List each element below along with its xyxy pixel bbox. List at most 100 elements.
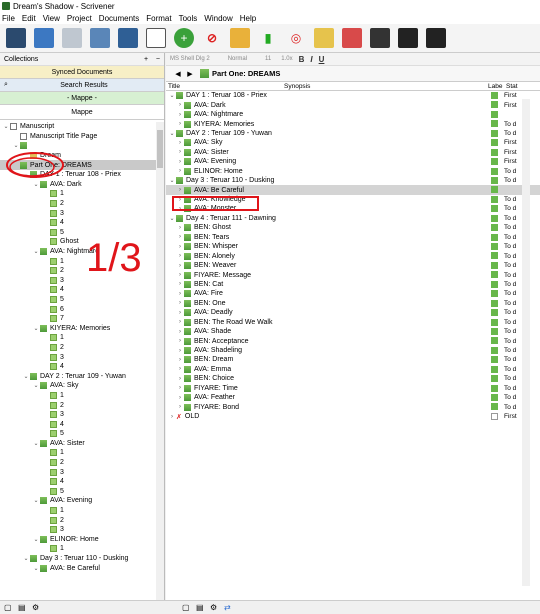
binder-scroll-thumb[interactable] <box>157 130 163 168</box>
outliner-row[interactable]: › AVA: Dark First <box>166 100 540 109</box>
compile-icon[interactable] <box>90 28 110 48</box>
italic-button[interactable]: I <box>310 55 312 64</box>
binder-item[interactable]: 3 <box>0 276 157 286</box>
sync-arrows-icon[interactable]: ⇄ <box>224 603 234 613</box>
expand-chevron-icon[interactable]: › <box>176 366 184 372</box>
binder-item[interactable]: ⌄ AVA: Evening <box>0 496 157 506</box>
menu-format[interactable]: Format <box>146 14 171 23</box>
expand-chevron-icon[interactable]: › <box>176 357 184 363</box>
expand-chevron-icon[interactable]: ⌄ <box>168 130 176 137</box>
menu-view[interactable]: View <box>43 14 60 23</box>
binder-item[interactable]: 1 <box>0 333 157 343</box>
expand-chevron-icon[interactable]: › <box>176 159 184 165</box>
expand-chevron-icon[interactable]: › <box>176 348 184 354</box>
expand-chevron-icon[interactable]: › <box>176 281 184 287</box>
bullseye-icon[interactable]: ◎ <box>286 28 306 48</box>
column-synopsis[interactable]: Synopsis <box>284 83 310 90</box>
expand-chevron-icon[interactable]: ⌄ <box>22 373 30 380</box>
stats-icon[interactable]: ▮ <box>258 28 278 48</box>
binder-item[interactable]: ⌄ DAY 1 : Teruar 108 - Priex <box>0 170 157 180</box>
binder-item[interactable]: ⌄ AVA: Sky <box>0 381 157 391</box>
outliner-row[interactable]: › BEN: Ghost To d <box>166 223 540 232</box>
folder-icon[interactable] <box>34 28 54 48</box>
expand-chevron-icon[interactable]: ⌄ <box>32 565 40 572</box>
add-icon[interactable]: + <box>174 28 194 48</box>
new-doc-icon[interactable]: ▢ <box>4 603 14 613</box>
expand-chevron-icon[interactable]: › <box>176 319 184 325</box>
menu-window[interactable]: Window <box>204 14 232 23</box>
menu-project[interactable]: Project <box>67 14 92 23</box>
expand-chevron-icon[interactable]: › <box>176 385 184 391</box>
column-label[interactable]: Labe <box>488 83 502 90</box>
outliner-row[interactable]: › BEN: Acceptance To d <box>166 336 540 345</box>
keywords-icon[interactable] <box>398 28 418 48</box>
expand-chevron-icon[interactable]: ⌄ <box>12 142 20 149</box>
binder-item[interactable]: 2 <box>0 266 157 276</box>
font-size-select[interactable]: 11 <box>265 56 271 62</box>
expand-chevron-icon[interactable]: ⌄ <box>168 177 176 184</box>
expand-chevron-icon[interactable]: ⌄ <box>168 92 176 99</box>
binder-item[interactable]: 2 <box>0 343 157 353</box>
outliner-row[interactable]: › BEN: Cat To d <box>166 280 540 289</box>
expand-chevron-icon[interactable]: › <box>176 244 184 250</box>
column-status[interactable]: Stat <box>506 83 518 90</box>
expand-chevron-icon[interactable]: › <box>176 187 184 193</box>
binder-item[interactable]: ⌄ DAY 2 : Teruar 109 - Yuwan <box>0 371 157 381</box>
binder-item[interactable]: ⌄ AVA: Be Careful <box>0 563 157 573</box>
binder-item[interactable]: ⌄ AVA: Sister <box>0 439 157 449</box>
binder-item[interactable]: 4 <box>0 218 157 228</box>
binder-item[interactable]: 4 <box>0 477 157 487</box>
binder-item[interactable]: 1 <box>0 391 157 401</box>
binder-item[interactable]: 2 <box>0 400 157 410</box>
outliner-row[interactable]: › BEN: Weaver To d <box>166 261 540 270</box>
remove-collection-button[interactable]: − <box>156 56 160 63</box>
binder-item[interactable]: 2 <box>0 199 157 209</box>
expand-chevron-icon[interactable]: › <box>176 272 184 278</box>
outliner-row[interactable]: › BEN: The Road We Walk To d <box>166 318 540 327</box>
expand-chevron-icon[interactable]: › <box>176 253 184 259</box>
expand-chevron-icon[interactable]: ⌄ <box>32 382 40 389</box>
binder-item[interactable]: Ghost <box>0 237 157 247</box>
binder-item[interactable]: 3 <box>0 410 157 420</box>
binder-item[interactable]: 1 <box>0 544 157 554</box>
collection-mappe-active[interactable]: - Mappe - <box>0 92 164 105</box>
binder-item[interactable]: Part One: DREAMS <box>0 160 157 170</box>
binder-item[interactable]: Dream <box>0 151 157 161</box>
binder-item[interactable]: 2 <box>0 458 157 468</box>
paragraph-style-select[interactable]: Normal <box>228 56 247 62</box>
binder-item[interactable]: 1 <box>0 506 157 516</box>
bold-button[interactable]: B <box>299 55 305 64</box>
outliner-row[interactable]: ⌄ Day 3 : Teruar 110 - Dusking To d <box>166 176 540 185</box>
binder-item[interactable]: 3 <box>0 525 157 535</box>
inspector-icon[interactable] <box>314 28 334 48</box>
binder-item[interactable]: 3 <box>0 208 157 218</box>
outliner-row[interactable]: › BEN: Alonely To d <box>166 251 540 260</box>
binder-item[interactable]: 7 <box>0 314 157 324</box>
expand-chevron-icon[interactable]: › <box>176 112 184 118</box>
menu-tools[interactable]: Tools <box>179 14 198 23</box>
outliner-row[interactable]: › AVA: Evening First <box>166 157 540 166</box>
outliner-row[interactable]: ⌄ Day 4 : Teruar 111 - Dawning To d <box>166 214 540 223</box>
expand-chevron-icon[interactable]: ⌄ <box>32 536 40 543</box>
outliner-row[interactable]: › ✗ OLD First <box>166 412 540 421</box>
document-icon[interactable] <box>146 28 166 48</box>
collection-search-results[interactable]: ⌕ Search Results <box>0 79 164 92</box>
binder-item[interactable]: 2 <box>0 515 157 525</box>
expand-chevron-icon[interactable]: ⌄ <box>32 325 40 332</box>
new-folder-icon[interactable]: ▤ <box>18 603 28 613</box>
menu-documents[interactable]: Documents <box>99 14 139 23</box>
settings-gear-icon[interactable]: ⚙ <box>32 603 42 613</box>
expand-chevron-icon[interactable]: › <box>176 338 184 344</box>
new-folder-icon[interactable]: ▤ <box>196 603 206 613</box>
collection-synced-documents[interactable]: Synced Documents <box>0 66 164 79</box>
binder-item[interactable]: 3 <box>0 467 157 477</box>
binder-item[interactable]: 1 <box>0 256 157 266</box>
binder-item[interactable]: 4 <box>0 419 157 429</box>
snapshot-icon[interactable] <box>342 28 362 48</box>
expand-chevron-icon[interactable]: ⌄ <box>32 181 40 188</box>
binder-item[interactable]: 4 <box>0 362 157 372</box>
expand-chevron-icon[interactable]: ⌄ <box>22 171 30 178</box>
binder-item[interactable]: ⌄ ELINOR: Home <box>0 535 157 545</box>
expand-chevron-icon[interactable]: ⌄ <box>32 497 40 504</box>
binder-item[interactable]: 1 <box>0 448 157 458</box>
